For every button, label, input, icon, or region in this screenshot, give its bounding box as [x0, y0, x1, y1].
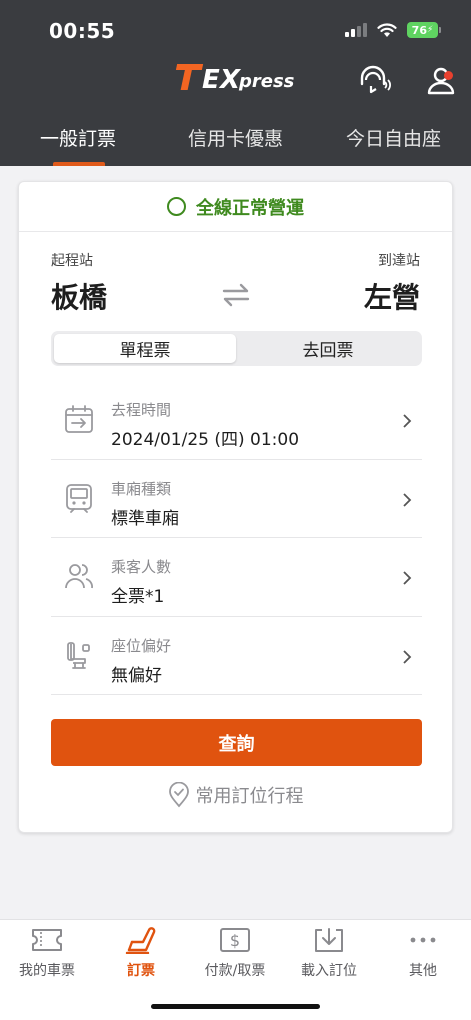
- departure-time-label: 去程時間: [111, 401, 172, 419]
- ticket-icon: [32, 929, 62, 951]
- passengers-value: 全票*1: [111, 587, 165, 607]
- service-status-text: 全線正常營運: [196, 197, 304, 219]
- help-headset-icon[interactable]: [357, 64, 391, 96]
- notification-dot: [444, 71, 453, 80]
- to-station-label: 到達站: [378, 253, 420, 269]
- booking-options: 去程時間 2024/01/25 (四) 01:00 車廂種類 標準車廂 乘客人數…: [51, 381, 422, 695]
- to-station[interactable]: 左營: [364, 276, 420, 316]
- train-car-icon: [66, 483, 92, 513]
- car-type-value: 標準車廂: [111, 508, 179, 529]
- chevron-right-icon: [403, 414, 412, 428]
- departure-time-row[interactable]: 去程時間 2024/01/25 (四) 01:00: [51, 381, 422, 460]
- seat-preference-row[interactable]: 座位偏好 無偏好: [51, 617, 422, 695]
- calendar-icon: [65, 405, 93, 433]
- nav-booking-label: 訂票: [127, 963, 155, 979]
- booking-tabs: 一般訂票 信用卡優惠 今日自由座: [0, 118, 471, 166]
- home-indicator: [151, 1004, 320, 1009]
- trip-type-selector: 單程票 去回票: [51, 331, 422, 366]
- nav-booking[interactable]: 訂票: [94, 920, 188, 990]
- tab-credit-card-offer[interactable]: 信用卡優惠: [188, 124, 283, 151]
- chevron-right-icon: [403, 492, 412, 507]
- nav-load-booking[interactable]: 載入訂位: [282, 920, 376, 990]
- tab-today-non-reserved[interactable]: 今日自由座: [346, 124, 441, 151]
- tab-general-booking[interactable]: 一般訂票: [40, 124, 116, 151]
- single-trip-option[interactable]: 單程票: [54, 334, 236, 363]
- more-icon: [410, 937, 436, 943]
- passengers-row[interactable]: 乘客人數 全票*1: [51, 538, 422, 617]
- nav-more[interactable]: 其他: [376, 920, 470, 990]
- app-header: 00:55 76 ⚡ E X press 一般訂票 信用卡優惠 今日自由座: [0, 0, 471, 166]
- passengers-icon: [65, 564, 93, 589]
- chevron-right-icon: [403, 571, 412, 585]
- car-type-row[interactable]: 車廂種類 標準車廂: [51, 460, 422, 538]
- status-ok-icon: [167, 197, 186, 216]
- round-trip-option[interactable]: 去回票: [237, 334, 419, 363]
- user-profile-icon[interactable]: [424, 64, 458, 96]
- wifi-icon: [377, 22, 397, 37]
- nav-my-tickets[interactable]: 我的車票: [0, 920, 94, 990]
- battery-level: 76: [411, 23, 427, 37]
- svg-text:$: $: [230, 931, 240, 950]
- from-station-label: 起程站: [51, 253, 93, 269]
- cellular-signal-icon: [345, 23, 367, 37]
- from-station[interactable]: 板橋: [51, 276, 107, 316]
- svg-text:press: press: [238, 71, 295, 92]
- seat-preference-label: 座位偏好: [111, 636, 172, 655]
- nav-payment-label: 付款/取票: [204, 963, 266, 979]
- swap-stations-icon[interactable]: [221, 282, 251, 308]
- search-button[interactable]: 查詢: [51, 719, 422, 766]
- service-status: 全線正常營運: [19, 182, 452, 232]
- nav-payment[interactable]: $ 付款/取票: [188, 920, 282, 990]
- status-icons: 76 ⚡: [345, 22, 441, 38]
- departure-time-value: 2024/01/25 (四) 01:00: [111, 430, 300, 450]
- svg-text:E: E: [202, 65, 220, 94]
- payment-icon: $: [220, 928, 250, 952]
- favorite-itinerary-label: 常用訂位行程: [195, 786, 304, 807]
- nav-more-label: 其他: [409, 963, 437, 979]
- nav-my-tickets-label: 我的車票: [19, 963, 75, 979]
- seat-preference-value: 無偏好: [111, 665, 162, 686]
- seat-icon: [67, 641, 90, 669]
- texpress-logo: E X press: [176, 64, 295, 94]
- location-check-icon: [168, 782, 189, 808]
- passengers-label: 乘客人數: [111, 558, 172, 576]
- nav-load-booking-label: 載入訂位: [301, 963, 357, 979]
- status-time: 00:55: [49, 19, 116, 43]
- seat-booking-icon: [125, 927, 156, 954]
- active-tab-indicator: [53, 162, 105, 166]
- battery-icon: 76 ⚡: [407, 22, 441, 38]
- chevron-right-icon: [403, 649, 412, 664]
- download-icon: [315, 928, 343, 952]
- booking-card: 全線正常營運 起程站 到達站 板橋 左營 單程票 去回票 去程時間 2024/0…: [18, 181, 453, 833]
- favorite-itinerary-link[interactable]: 常用訂位行程: [19, 782, 452, 808]
- car-type-label: 車廂種類: [111, 479, 172, 498]
